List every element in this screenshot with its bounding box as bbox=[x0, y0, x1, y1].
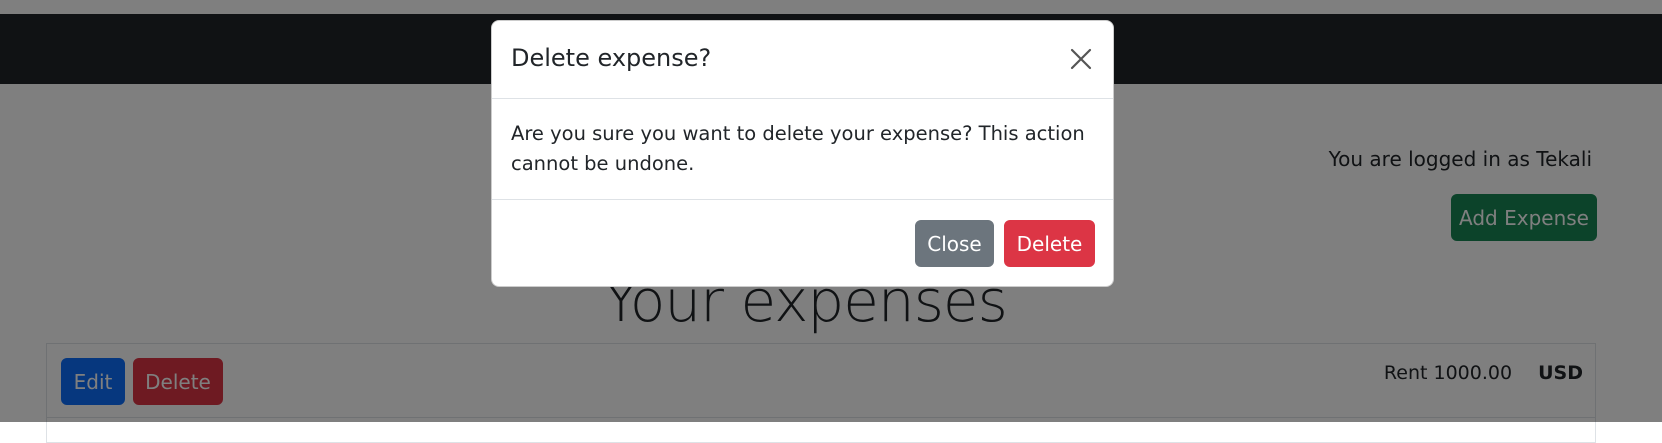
modal-message: Are you sure you want to delete your exp… bbox=[511, 122, 1085, 175]
modal-footer: Close Delete bbox=[492, 200, 1113, 288]
close-icon[interactable] bbox=[1065, 43, 1097, 75]
modal-body: Are you sure you want to delete your exp… bbox=[492, 99, 1113, 200]
modal-header: Delete expense? bbox=[492, 21, 1113, 99]
delete-expense-modal: Delete expense? Are you sure you want to… bbox=[491, 20, 1114, 287]
confirm-delete-button[interactable]: Delete bbox=[1004, 220, 1095, 267]
close-button[interactable]: Close bbox=[915, 220, 994, 267]
modal-title: Delete expense? bbox=[511, 44, 712, 72]
